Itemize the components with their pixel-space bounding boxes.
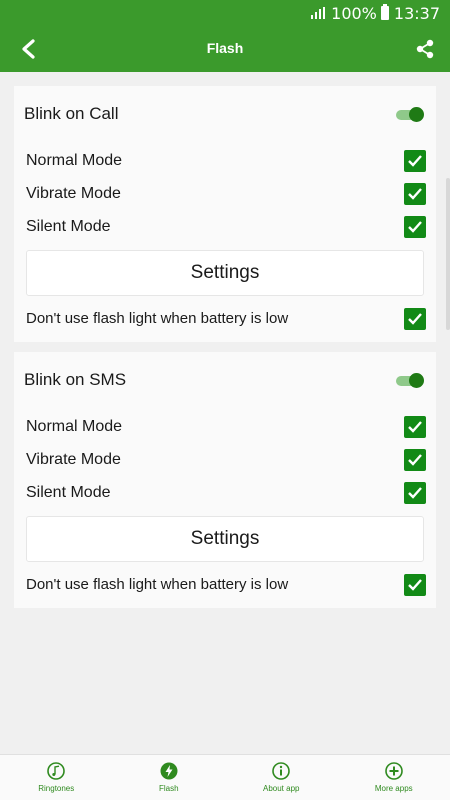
- battery-icon: [380, 4, 389, 20]
- normal-mode-checkbox[interactable]: [404, 416, 426, 438]
- flash-icon: [160, 762, 178, 780]
- checkmark-icon: [408, 221, 422, 233]
- nav-item-flash[interactable]: Flash: [113, 755, 226, 800]
- checkmark-icon: [408, 313, 422, 325]
- blink-on-sms-card: Blink on SMS Normal Mode Vibrate Mode Si…: [14, 352, 436, 608]
- blink-on-call-toggle[interactable]: [396, 107, 424, 122]
- normal-mode-checkbox[interactable]: [404, 150, 426, 172]
- page-title: Flash: [206, 40, 244, 56]
- nav-label: Ringtones: [38, 784, 75, 793]
- mode-label: Vibrate Mode: [26, 185, 121, 202]
- checkmark-icon: [408, 487, 422, 499]
- nav-label: About app: [263, 784, 300, 793]
- battery-option-row: Don't use flash light when battery is lo…: [26, 574, 426, 598]
- mode-row-silent: Silent Mode: [26, 216, 426, 240]
- mode-label: Silent Mode: [26, 484, 111, 501]
- checkmark-icon: [408, 188, 422, 200]
- nav-label: Flash: [158, 784, 179, 793]
- mode-row-silent: Silent Mode: [26, 482, 426, 506]
- checkmark-icon: [408, 155, 422, 167]
- mode-label: Vibrate Mode: [26, 451, 121, 468]
- app-bar: Flash: [0, 26, 450, 72]
- blink-on-sms-toggle[interactable]: [396, 373, 424, 388]
- settings-button[interactable]: Settings: [26, 250, 424, 296]
- battery-low-checkbox[interactable]: [404, 308, 426, 330]
- vibrate-mode-checkbox[interactable]: [404, 183, 426, 205]
- settings-button[interactable]: Settings: [26, 516, 424, 562]
- checkmark-icon: [408, 454, 422, 466]
- battery-percent: 100%: [331, 3, 377, 23]
- info-icon: [272, 762, 291, 780]
- mode-row-normal: Normal Mode: [26, 150, 426, 174]
- music-note-icon: [47, 762, 66, 780]
- mode-row-vibrate: Vibrate Mode: [26, 449, 426, 473]
- battery-low-checkbox[interactable]: [404, 574, 426, 596]
- nav-item-more-apps[interactable]: More apps: [338, 755, 450, 800]
- status-bar: 100% 13:37: [0, 0, 450, 26]
- signal-icon: [311, 7, 326, 19]
- card-title: Blink on SMS: [24, 370, 127, 389]
- nav-item-ringtones[interactable]: Ringtones: [0, 755, 113, 800]
- silent-mode-checkbox[interactable]: [404, 216, 426, 238]
- vibrate-mode-checkbox[interactable]: [404, 449, 426, 471]
- battery-option-row: Don't use flash light when battery is lo…: [26, 308, 426, 332]
- blink-on-call-card: Blink on Call Normal Mode Vibrate Mode S…: [14, 86, 436, 342]
- checkmark-icon: [408, 421, 422, 433]
- card-title: Blink on Call: [24, 104, 119, 123]
- nav-label: More apps: [374, 784, 413, 793]
- mode-label: Normal Mode: [26, 418, 123, 435]
- scrollbar[interactable]: [446, 178, 450, 330]
- nav-item-about[interactable]: About app: [225, 755, 338, 800]
- mode-label: Normal Mode: [26, 152, 123, 169]
- battery-option-label: Don't use flash light when battery is lo…: [26, 576, 289, 593]
- clock: 13:37: [393, 3, 440, 23]
- checkmark-icon: [408, 579, 422, 591]
- bottom-nav: Ringtones Flash About app More apps: [0, 754, 450, 800]
- mode-label: Silent Mode: [26, 218, 111, 235]
- mode-row-vibrate: Vibrate Mode: [26, 183, 426, 207]
- share-icon[interactable]: [414, 38, 436, 60]
- plus-circle-icon: [384, 762, 403, 780]
- battery-option-label: Don't use flash light when battery is lo…: [26, 310, 289, 327]
- silent-mode-checkbox[interactable]: [404, 482, 426, 504]
- mode-row-normal: Normal Mode: [26, 416, 426, 440]
